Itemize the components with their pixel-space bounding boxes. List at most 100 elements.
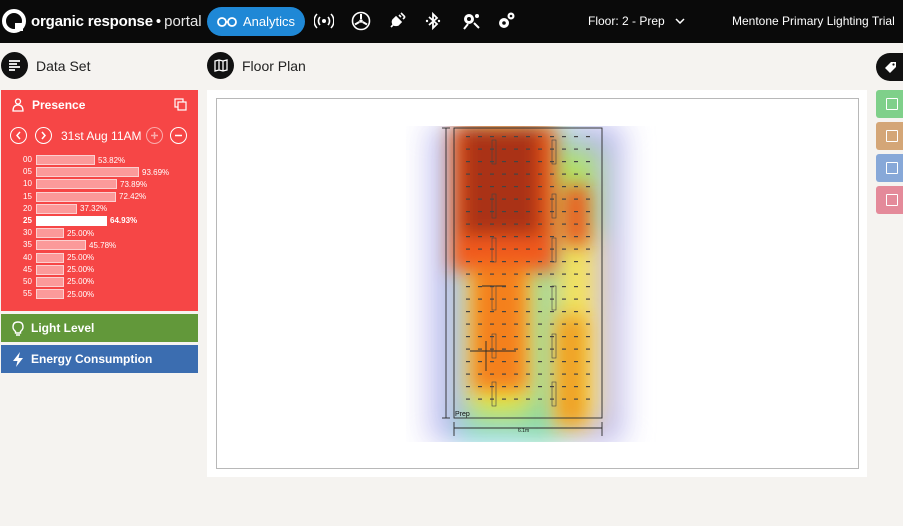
desk-marker [466,373,470,375]
desk-marker [586,386,590,388]
desk-marker [586,136,590,138]
next-button[interactable] [35,127,52,144]
desk-marker [550,273,554,275]
desk-marker [574,261,578,263]
desk-marker [490,136,494,138]
analytics-button[interactable]: Analytics [207,7,305,36]
desk-marker [538,136,542,138]
desk-marker [550,223,554,225]
presence-bar-row[interactable]: 25 64.93% [23,215,183,227]
bar-minute-label: 40 [23,252,32,262]
presence-bar-row[interactable]: 50 25.00% [23,276,183,288]
desk-marker [478,248,482,250]
desk-marker [550,186,554,188]
bar-value-label: 73.89% [120,179,148,189]
presence-bar-row[interactable]: 00 53.82% [23,154,183,166]
settings-icon[interactable] [497,11,517,31]
green-zone-toggle[interactable] [876,90,903,118]
copy-icon[interactable] [174,98,187,111]
tag-button[interactable] [876,53,903,81]
floor-selector[interactable]: Floor: 2 - Prep [588,14,685,28]
bluetooth-icon[interactable] [423,11,443,31]
desk-marker [514,373,518,375]
presence-tab[interactable]: Presence [11,98,85,112]
desk-marker [526,261,530,263]
desk-marker [526,173,530,175]
desk-marker [490,236,494,238]
bar-value-label: 93.69% [142,167,170,177]
pink-zone-toggle[interactable] [876,186,903,214]
presence-bar-row[interactable]: 35 45.78% [23,239,183,251]
blue-zone-toggle[interactable] [876,154,903,182]
desk-marker [466,223,470,225]
desk-marker [526,298,530,300]
presence-bar-row[interactable]: 30 25.00% [23,227,183,239]
desk-marker [502,311,506,313]
desk-marker [466,311,470,313]
desk-marker [526,236,530,238]
desk-marker [586,211,590,213]
presence-bar-row[interactable]: 05 93.69% [23,166,183,178]
desk-marker [478,136,482,138]
desk-marker [514,236,518,238]
presence-bar-row[interactable]: 20 37.32% [23,203,183,215]
bar-value-label: 37.32% [80,204,108,214]
presence-bar [36,167,139,178]
bar-value-label: 45.78% [89,240,117,250]
presence-bar [36,276,64,287]
desk-marker [562,261,566,263]
desk-marker [466,298,470,300]
desk-marker [466,211,470,213]
desk-marker [538,323,542,325]
desk-marker [466,236,470,238]
presence-bar-row[interactable]: 10 73.89% [23,178,183,190]
energy-consumption-tab[interactable]: Energy Consumption [1,345,198,373]
presence-bar-row[interactable]: 55 25.00% [23,288,183,300]
desk-marker [538,311,542,313]
plug-icon[interactable] [387,11,407,31]
fan-icon[interactable] [351,11,371,31]
desk-marker [502,348,506,350]
wireless-icon[interactable] [314,11,334,31]
desk-marker [550,336,554,338]
desk-marker [562,348,566,350]
desk-marker [514,173,518,175]
desk-marker [550,398,554,400]
site-selector[interactable]: Mentone Primary Lighting Trial [732,14,903,28]
desk-marker [490,198,494,200]
desk-marker [490,248,494,250]
dimension-label: 6.1m [518,428,529,434]
desk-marker [514,348,518,350]
top-bar: organic response • portal Analytics Floo… [0,0,903,43]
desk-marker [478,273,482,275]
desk-marker [514,223,518,225]
zoom-in-button[interactable] [146,127,163,144]
presence-bar-row[interactable]: 15 72.42% [23,191,183,203]
bar-minute-label: 45 [23,264,32,274]
presence-bar-row[interactable]: 40 25.00% [23,252,183,264]
desk-marker [586,236,590,238]
sensor-settings-icon[interactable] [461,11,481,31]
brand-logo[interactable]: organic response • portal [0,7,202,35]
desk-marker [574,161,578,163]
desk-marker [526,186,530,188]
floor-label: Floor: 2 - Prep [588,14,665,28]
desk-marker [574,236,578,238]
light-level-tab[interactable]: Light Level [1,314,198,342]
floor-plan-heatmap[interactable]: Prep 6.1m [406,126,668,442]
zoom-out-button[interactable] [170,127,187,144]
desk-marker [502,361,506,363]
desk-marker [538,336,542,338]
checkbox-icon [886,98,898,110]
desk-marker [562,223,566,225]
bar-minute-label: 20 [23,203,32,213]
desk-marker [574,211,578,213]
desk-marker [514,211,518,213]
desk-marker [574,348,578,350]
tan-zone-toggle[interactable] [876,122,903,150]
desk-marker [550,161,554,163]
desk-marker [586,323,590,325]
presence-bar-row[interactable]: 45 25.00% [23,264,183,276]
desk-marker [574,361,578,363]
previous-button[interactable] [10,127,27,144]
